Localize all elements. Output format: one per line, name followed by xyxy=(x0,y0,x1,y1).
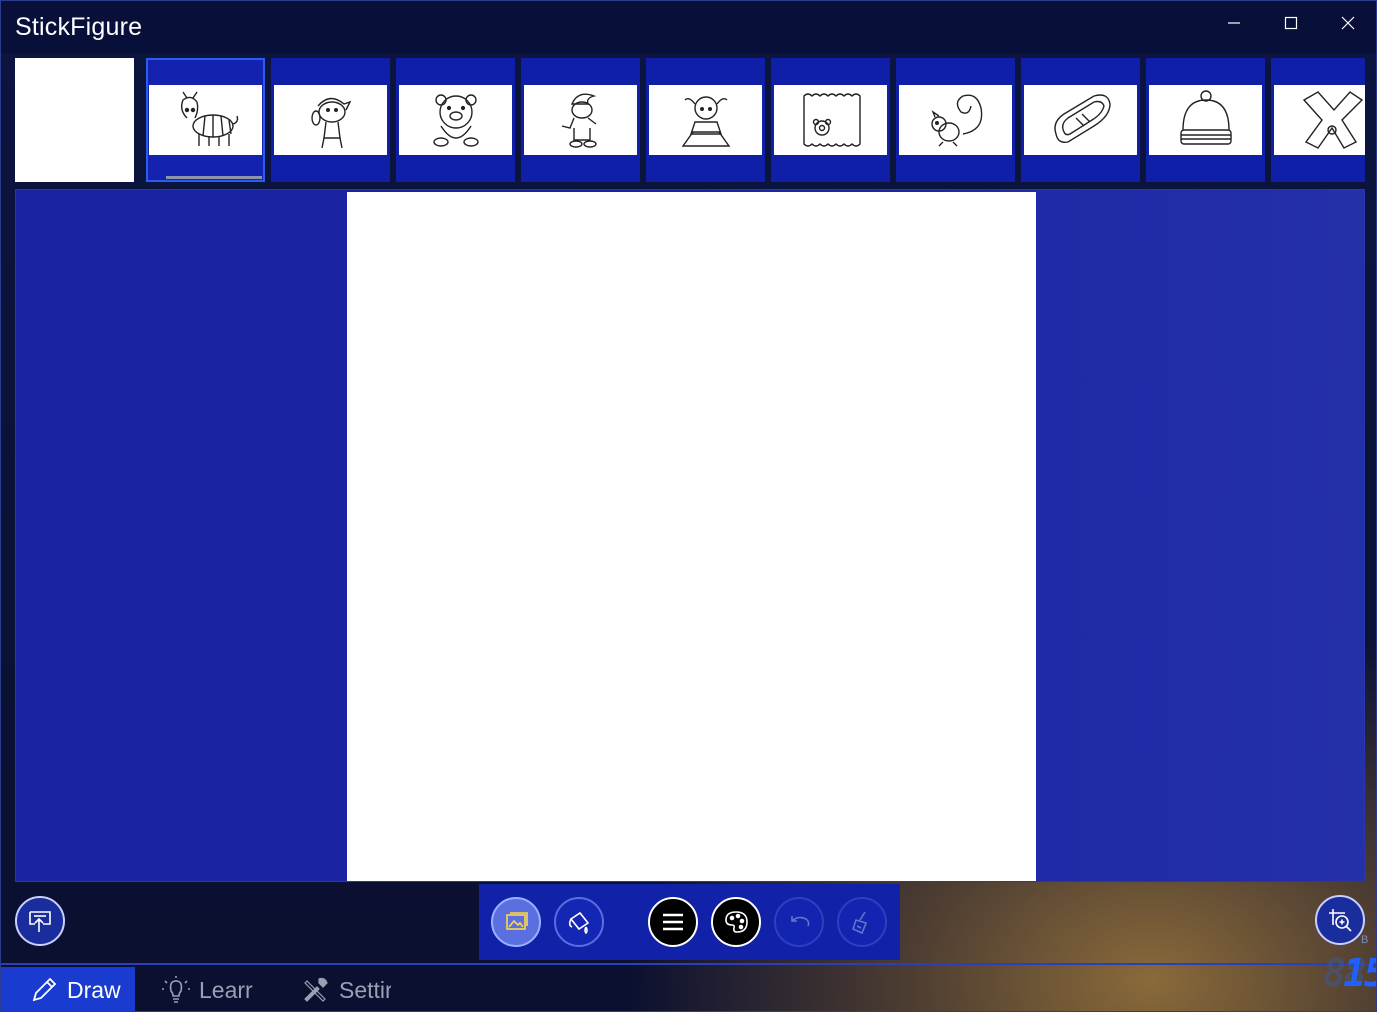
drawing-toolbar xyxy=(479,884,900,960)
template-thumbnail xyxy=(1149,85,1262,155)
clock-label: B xyxy=(1361,934,1369,946)
template-thumbnail xyxy=(524,85,637,155)
squirrel-icon xyxy=(930,94,982,147)
template-thumbnail xyxy=(649,85,762,155)
bear-frame-icon xyxy=(802,93,861,147)
girl-reading-icon xyxy=(681,96,730,147)
paint-bucket-button[interactable] xyxy=(554,897,604,947)
template-scarf[interactable] xyxy=(1271,58,1365,182)
template-bear-frame[interactable] xyxy=(771,58,890,182)
boy-cap-icon xyxy=(310,97,351,149)
template-thumbnail xyxy=(774,85,887,155)
template-shoe[interactable] xyxy=(1021,58,1140,182)
template-pig[interactable] xyxy=(396,58,515,182)
nav-draw-label: Draw xyxy=(67,976,121,1003)
nav-settings-label: Settir xyxy=(339,976,391,1003)
clock-display: 8815 xyxy=(1323,953,1376,993)
template-strip xyxy=(15,58,1365,183)
lightbulb-icon xyxy=(162,976,190,1003)
tools-icon xyxy=(304,977,328,1002)
close-icon xyxy=(1341,16,1355,30)
nav-settings[interactable]: Settir xyxy=(301,967,391,1011)
drawing-canvas[interactable] xyxy=(347,192,1036,881)
zoom-button[interactable] xyxy=(1315,895,1365,945)
zoom-icon xyxy=(1329,909,1352,932)
pig-icon xyxy=(432,94,479,147)
minimize-button[interactable] xyxy=(1206,1,1262,45)
template-thumbnail xyxy=(399,85,512,155)
clear-button[interactable] xyxy=(837,897,887,947)
palette-button[interactable] xyxy=(711,897,761,947)
clear-brush-icon xyxy=(852,911,868,935)
nav-learn[interactable]: Learr xyxy=(161,967,255,1011)
selected-indicator xyxy=(166,176,262,179)
smurf-icon xyxy=(561,93,597,148)
share-icon xyxy=(29,911,51,932)
menu-button[interactable] xyxy=(648,897,698,947)
maximize-icon xyxy=(1284,16,1298,30)
minimize-icon xyxy=(1228,22,1240,24)
palette-icon xyxy=(725,911,748,933)
app-window: StickFigure Draw Learr Settir B 88 1 xyxy=(0,0,1377,1012)
drawing-stage xyxy=(15,189,1365,882)
template-boy-with-cap[interactable] xyxy=(271,58,390,182)
zebra-icon xyxy=(180,91,238,146)
template-thumbnail xyxy=(149,85,262,155)
template-winter-hat[interactable] xyxy=(1146,58,1265,182)
clock-digits: 15 xyxy=(1343,953,1376,993)
template-thumbnail xyxy=(1274,85,1365,155)
nav-learn-label: Learr xyxy=(199,976,253,1003)
share-button[interactable] xyxy=(15,896,65,946)
title-bar: StickFigure xyxy=(1,1,1376,53)
scarf-icon xyxy=(1302,91,1363,149)
image-button[interactable] xyxy=(491,897,541,947)
template-thumbnail xyxy=(899,85,1012,155)
shoe-icon xyxy=(1053,94,1111,144)
bottom-nav: Draw Learr Settir xyxy=(1,963,1376,1011)
undo-button[interactable] xyxy=(774,897,824,947)
menu-icon xyxy=(663,913,683,931)
template-thumbnail xyxy=(274,85,387,155)
undo-icon xyxy=(791,916,810,927)
hat-icon xyxy=(1179,90,1232,145)
image-icon xyxy=(506,912,528,930)
template-girl-reading[interactable] xyxy=(646,58,765,182)
close-button[interactable] xyxy=(1320,1,1376,45)
template-smurf[interactable] xyxy=(521,58,640,182)
maximize-button[interactable] xyxy=(1263,1,1319,45)
template-squirrel[interactable] xyxy=(896,58,1015,182)
pencil-icon xyxy=(32,977,57,1002)
template-thumbnail xyxy=(1024,85,1137,155)
paint-bucket-icon xyxy=(568,911,590,935)
template-blank[interactable] xyxy=(15,58,134,182)
nav-draw[interactable]: Draw xyxy=(1,967,135,1011)
app-title: StickFigure xyxy=(15,13,143,41)
template-zebra[interactable] xyxy=(146,58,265,182)
